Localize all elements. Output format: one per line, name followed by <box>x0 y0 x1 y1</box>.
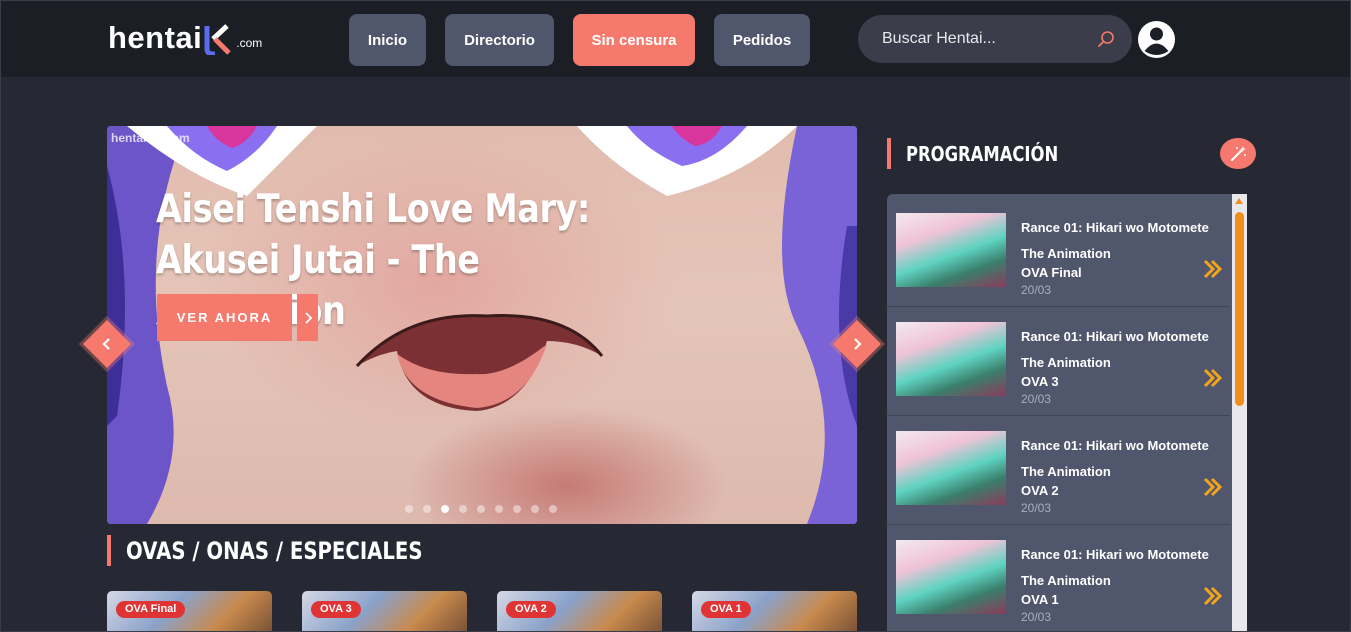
schedule-thumbnail[interactable] <box>896 540 1006 614</box>
slider-dot[interactable] <box>495 505 503 513</box>
slider-dot[interactable] <box>549 505 557 513</box>
schedule-item-episode: OVA 3 <box>1021 374 1059 389</box>
ver-ahora-button[interactable]: VER AHORA <box>157 294 292 341</box>
slider-dot[interactable] <box>531 505 539 513</box>
schedule-item[interactable]: Rance 01: Hikari wo Motomete The Animati… <box>887 307 1230 416</box>
chevron-right-icon[interactable] <box>840 327 874 361</box>
nav-pedidos-button[interactable]: Pedidos <box>714 14 810 66</box>
schedule-item-title[interactable]: Rance 01: Hikari wo Motomete The Animati… <box>1021 433 1221 485</box>
schedule-title: PROGRAMACIÓN <box>906 142 1059 166</box>
slider-dot[interactable] <box>477 505 485 513</box>
double-chevron-right-icon[interactable] <box>1202 367 1224 389</box>
slider-dots <box>405 505 557 513</box>
user-avatar-icon[interactable] <box>1138 21 1175 58</box>
episode-badge: OVA 1 <box>701 601 751 618</box>
hero-slider[interactable]: hentaiJK.com Aisei Tenshi Love Mary: Aku… <box>107 126 857 524</box>
magic-wand-button[interactable] <box>1220 138 1256 169</box>
ver-ahora-arrow-button[interactable] <box>297 294 318 341</box>
schedule-item-title[interactable]: Rance 01: Hikari wo Motomete The Animati… <box>1021 215 1221 267</box>
nav-inicio-button[interactable]: Inicio <box>349 14 426 66</box>
episode-badge: OVA 2 <box>506 601 556 618</box>
ova-card[interactable]: OVA 2 <box>497 591 662 632</box>
site-header: hentai .com Inicio Directorio Sin censur… <box>1 1 1350 77</box>
scroll-up-arrow-icon[interactable] <box>1235 198 1243 204</box>
schedule-thumbnail[interactable] <box>896 213 1006 287</box>
schedule-item[interactable]: Rance 01: Hikari wo Motomete The Animati… <box>887 416 1230 525</box>
chevron-left-icon[interactable] <box>90 327 124 361</box>
schedule-item-date: 20/03 <box>1021 392 1052 406</box>
schedule-item-date: 20/03 <box>1021 610 1052 624</box>
double-chevron-right-icon[interactable] <box>1202 585 1224 607</box>
logo-text: hentai <box>108 20 203 55</box>
schedule-list[interactable]: Rance 01: Hikari wo Motomete The Animati… <box>887 194 1247 632</box>
logo-suffix: .com <box>236 36 263 50</box>
schedule-item[interactable]: Rance 01: Hikari wo Motomete The Animati… <box>887 198 1230 307</box>
double-chevron-right-icon[interactable] <box>1202 258 1224 280</box>
slider-dot[interactable] <box>405 505 413 513</box>
ova-card[interactable]: OVA Final <box>107 591 272 632</box>
episode-badge: OVA Final <box>116 601 186 618</box>
slide-watermark: hentaiJK.com <box>111 131 190 145</box>
nav-directorio-button[interactable]: Directorio <box>445 14 554 66</box>
schedule-item-date: 20/03 <box>1021 283 1052 297</box>
schedule-item-episode: OVA 2 <box>1021 483 1059 498</box>
episode-badge: OVA 3 <box>311 601 361 618</box>
magic-wand-icon <box>1231 145 1246 161</box>
chevron-right-icon <box>304 311 312 324</box>
schedule-item-title[interactable]: Rance 01: Hikari wo Motomete The Animati… <box>1021 542 1221 594</box>
site-logo[interactable]: hentai .com <box>108 21 262 55</box>
search-placeholder: Buscar Hentai... <box>882 30 996 47</box>
schedule-item-date: 20/03 <box>1021 501 1052 515</box>
ova-card[interactable]: OVA 1 <box>692 591 857 632</box>
slider-dot[interactable] <box>513 505 521 513</box>
ovas-section-title: OVAS / ONAS / ESPECIALES <box>126 537 423 565</box>
section-accent-bar <box>107 535 111 566</box>
section-accent-bar <box>887 138 891 169</box>
schedule-item-title[interactable]: Rance 01: Hikari wo Motomete The Animati… <box>1021 324 1221 376</box>
search-icon[interactable] <box>1096 29 1116 49</box>
slider-dot[interactable] <box>459 505 467 513</box>
nav-sin-censura-button[interactable]: Sin censura <box>573 14 695 66</box>
slider-dot[interactable] <box>423 505 431 513</box>
ova-card[interactable]: OVA 3 <box>302 591 467 632</box>
schedule-item-episode: OVA Final <box>1021 265 1082 280</box>
logo-k-mark <box>203 23 235 55</box>
search-input[interactable]: Buscar Hentai... <box>858 15 1132 63</box>
double-chevron-right-icon[interactable] <box>1202 476 1224 498</box>
schedule-item[interactable]: Rance 01: Hikari wo Motomete The Animati… <box>887 525 1230 632</box>
schedule-thumbnail[interactable] <box>896 322 1006 396</box>
schedule-thumbnail[interactable] <box>896 431 1006 505</box>
schedule-scrollbar-thumb[interactable] <box>1235 212 1244 406</box>
slider-dot[interactable] <box>441 505 449 513</box>
schedule-item-episode: OVA 1 <box>1021 592 1059 607</box>
